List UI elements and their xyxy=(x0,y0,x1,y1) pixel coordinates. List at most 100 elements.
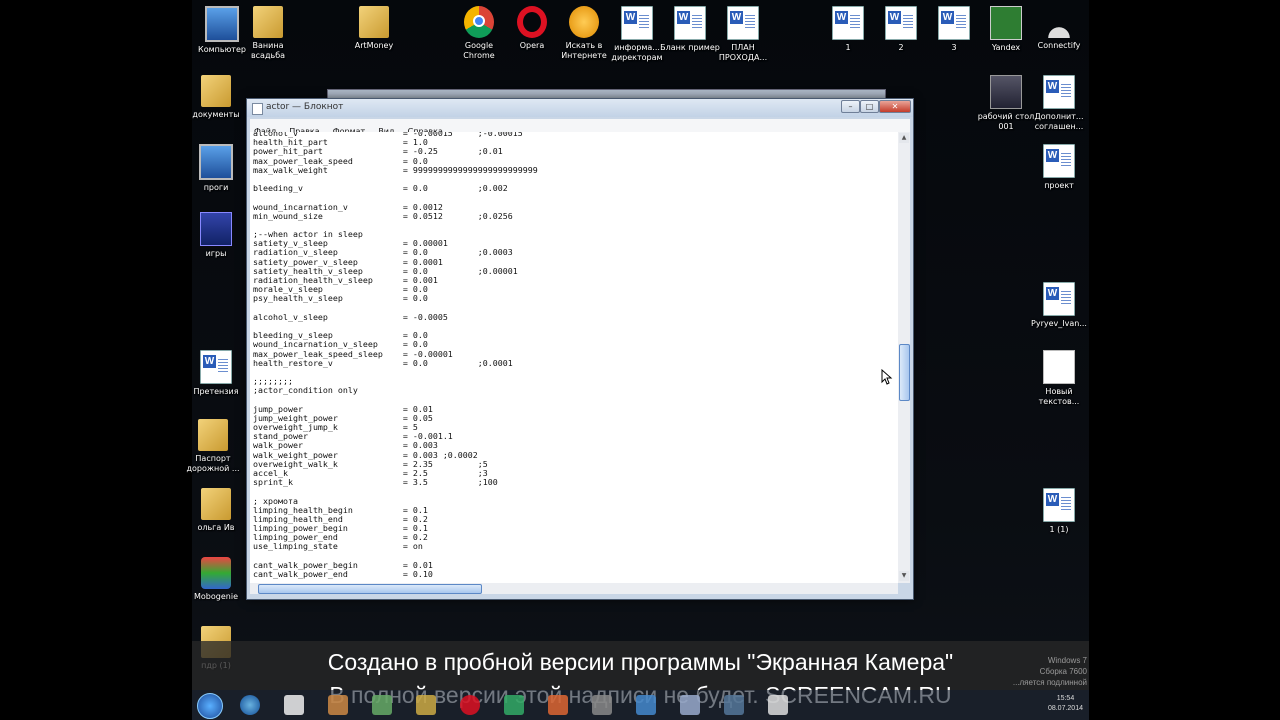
taskbar-app-icon[interactable] xyxy=(636,695,656,715)
doc-icon xyxy=(1043,144,1075,178)
doc-icon xyxy=(938,6,970,40)
folder-icon xyxy=(201,75,231,107)
taskbar-app-icon[interactable] xyxy=(504,695,524,715)
opera-icon xyxy=(517,6,547,38)
desktop-icon-label: проги xyxy=(203,183,229,192)
desktop-icon[interactable]: проект xyxy=(1029,144,1089,191)
taskbar-ie-icon[interactable] xyxy=(240,695,260,715)
desktop-icon[interactable]: Yandex xyxy=(976,6,1036,53)
folder-icon xyxy=(201,488,231,520)
desktop-icon[interactable]: Бланк пример xyxy=(660,6,720,53)
desktop-icon-label: ArtMoney xyxy=(354,41,394,50)
desktop-icon[interactable]: Opera xyxy=(502,6,562,51)
window-title: actor — Блокнот xyxy=(266,102,344,112)
desktop-icon[interactable]: Mobogenie xyxy=(186,557,246,602)
desktop-icon[interactable]: игры xyxy=(186,212,246,259)
taskbar-app-icon[interactable] xyxy=(284,695,304,715)
taskbar-app-icon[interactable] xyxy=(328,695,348,715)
excel-icon xyxy=(990,6,1022,40)
desktop-icon-label: Паспорт дорожной ... xyxy=(186,454,240,473)
desktop-icon[interactable]: 3 xyxy=(924,6,984,53)
taskbar-app-icon[interactable] xyxy=(592,695,612,715)
desktop-icon-label: ПЛАН ПРОХОДА... xyxy=(718,43,768,62)
doc-icon xyxy=(1043,488,1075,522)
menu-bar: Файл Правка Формат Вид Справка xyxy=(250,119,910,136)
desktop-icon-label: Opera xyxy=(519,41,545,50)
desktop-icon[interactable]: 1 xyxy=(818,6,878,53)
desktop-icon[interactable]: Ванина всадьба xyxy=(238,6,298,61)
desktop-icon-label: Google Chrome xyxy=(463,41,495,60)
monitor-icon xyxy=(199,144,233,180)
desktop-icon-label: 2 xyxy=(898,43,904,52)
person-icon xyxy=(990,75,1022,109)
doc-icon xyxy=(674,6,706,40)
system-clock[interactable]: 15:54 08.07.2014 xyxy=(1048,694,1083,714)
desktop-icon[interactable]: Новый текстов... xyxy=(1029,350,1089,407)
start-button[interactable] xyxy=(197,693,223,719)
game-icon xyxy=(200,212,232,246)
desktop-icon[interactable]: Искать в Интернете xyxy=(554,6,614,61)
vertical-scroll-thumb[interactable] xyxy=(899,344,910,401)
taskbar: 15:54 08.07.2014 xyxy=(192,690,1089,720)
desktop-icon[interactable]: Дополнит... соглашен... xyxy=(1029,75,1089,132)
vertical-scrollbar[interactable]: ▲ ▼ xyxy=(898,132,910,583)
desktop-icon-label: Mobogenie xyxy=(194,592,238,601)
notepad-app-icon xyxy=(252,103,263,115)
doc-icon xyxy=(621,6,653,40)
desktop-icon-label: Pyryev_Ivan... xyxy=(1031,319,1087,328)
desktop-icon-label: ольга Ив xyxy=(197,523,235,532)
taskbar-app-icon[interactable] xyxy=(680,695,700,715)
notepad-window[interactable]: actor — Блокнот – □ ✕ Файл Правка Формат… xyxy=(246,98,914,600)
desktop-icon[interactable]: 1 (1) xyxy=(1029,488,1089,535)
desktop-icon-label: Бланк пример xyxy=(660,43,720,52)
desktop-icon-label: проект xyxy=(1044,181,1074,190)
windows-build-info: Windows 7 Сборка 7600 ...ляется подлинно… xyxy=(1012,656,1087,687)
chrome-icon xyxy=(464,6,494,38)
desktop-icon[interactable]: ArtMoney xyxy=(344,6,404,51)
title-bar[interactable]: actor — Блокнот – □ ✕ xyxy=(247,99,913,117)
taskbar-opera-icon[interactable] xyxy=(460,695,480,715)
minimize-button[interactable]: – xyxy=(841,100,860,113)
taskbar-app-icon[interactable] xyxy=(548,695,568,715)
taskbar-folder-icon[interactable] xyxy=(416,695,436,715)
horizontal-scrollbar[interactable] xyxy=(250,583,898,594)
desktop-icon[interactable]: Претензия xyxy=(186,350,246,397)
desktop-icon-label: 1 xyxy=(845,43,851,52)
desktop-icon[interactable]: Google Chrome xyxy=(449,6,509,61)
doc-icon xyxy=(1043,282,1075,316)
taskbar-app-icon[interactable] xyxy=(372,695,392,715)
desktop-icon[interactable]: Pyryev_Ivan... xyxy=(1029,282,1089,329)
close-button[interactable]: ✕ xyxy=(879,100,911,113)
doc-icon xyxy=(727,6,759,40)
desktop-icon[interactable]: 2 xyxy=(871,6,931,53)
desktop-icon[interactable]: проги xyxy=(186,144,246,193)
taskbar-notepad-icon[interactable] xyxy=(768,695,788,715)
scroll-down-arrow-icon[interactable]: ▼ xyxy=(899,571,909,581)
blank-icon xyxy=(1043,350,1075,384)
desktop-icon[interactable]: документы xyxy=(186,75,246,120)
desktop-icon-label: информа... директорам xyxy=(611,43,663,62)
desktop-icon[interactable]: ольга Ив xyxy=(186,488,246,533)
folder-icon xyxy=(198,419,228,451)
doc-icon xyxy=(200,350,232,384)
taskbar-app-icon[interactable] xyxy=(724,695,744,715)
maximize-button[interactable]: □ xyxy=(860,100,879,113)
desktop-icon-label: Новый текстов... xyxy=(1038,387,1080,406)
text-editor-area[interactable]: alcohol_v = -0.00015 ;-0.00015 health_hi… xyxy=(250,132,898,583)
ie-icon xyxy=(201,557,231,589)
desktop-icon[interactable]: информа... директорам xyxy=(607,6,667,63)
desktop-icon-label: Претензия xyxy=(193,387,239,396)
desktop-icon[interactable]: Connectify xyxy=(1029,6,1089,51)
desktop-icon-label: Искать в Интернете xyxy=(561,41,607,60)
desktop-icon[interactable]: Паспорт дорожной ... xyxy=(183,419,243,474)
desktop-icon[interactable]: ПЛАН ПРОХОДА... xyxy=(713,6,773,63)
horizontal-scroll-thumb[interactable] xyxy=(258,584,482,594)
desktop-icon-label: Ванина всадьба xyxy=(250,41,286,60)
desktop-icon-label: 1 (1) xyxy=(1049,525,1069,534)
desktop-icon[interactable]: рабочий стол 001 xyxy=(976,75,1036,132)
file-content[interactable]: alcohol_v = -0.00015 ;-0.00015 health_hi… xyxy=(250,132,898,579)
scroll-up-arrow-icon[interactable]: ▲ xyxy=(899,133,909,143)
net-icon xyxy=(1044,6,1074,38)
desktop-icon-label: рабочий стол 001 xyxy=(977,112,1035,131)
doc-icon xyxy=(885,6,917,40)
